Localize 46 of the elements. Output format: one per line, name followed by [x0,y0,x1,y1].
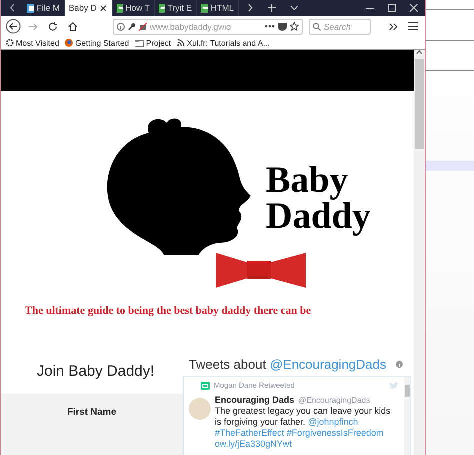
more-icon[interactable] [265,25,275,28]
info-icon[interactable] [396,361,403,368]
tagline: The ultimate guide to being the best baby daddy there can be [24,304,312,317]
browser-tab[interactable]: Baby D [65,0,113,16]
info-icon [117,22,125,30]
page-icon [201,4,208,12]
plus-icon[interactable] [268,4,276,12]
maximize-icon[interactable] [388,4,396,12]
back-icon[interactable] [6,19,20,34]
page-icon [117,4,123,12]
scrollbar[interactable] [414,50,425,455]
reload-icon[interactable] [48,22,58,32]
scroll-thumb[interactable] [415,59,424,149]
close-icon[interactable] [100,4,107,12]
bookmark-item[interactable]: Project [135,38,172,48]
chevron-right-icon[interactable] [248,4,252,12]
feed-icon [177,39,186,47]
gear-icon [6,39,14,47]
caret-icon[interactable] [290,6,298,10]
scroll-up-icon[interactable] [416,50,423,55]
author-name[interactable]: Encouraging Dads [215,395,295,405]
home-icon[interactable] [68,22,78,32]
tweet-text: The greatest legacy you can leave your kids is forgiving your father. @johnpfinch #TheFatherEffect #ForgivenessIsFreedom ow.ly/jEa330gNYwt [215,406,392,450]
blocked-icon [139,22,147,30]
page-icon [159,4,165,12]
field-label: First Name [67,407,117,419]
bookmark-item[interactable]: Xul.fr: Tutorials and A... [177,38,270,48]
scroll-thumb[interactable] [404,385,410,397]
brand-title: Baby [266,163,350,199]
file-icon [27,4,34,12]
bookmark-item[interactable]: Getting Started [65,38,130,48]
bookmark-item[interactable]: Most Visited [6,38,60,48]
star-icon[interactable] [290,22,299,31]
join-heading: Join Baby Daddy! [36,362,156,382]
chevron-left-icon[interactable] [10,4,14,12]
retweet-icon [201,382,210,390]
key-icon [128,22,136,30]
folder-icon [135,40,144,46]
tweets-heading: Tweets about @EncouragingDads [189,357,386,372]
bird-icon [389,382,399,390]
brand-title: Daddy [266,199,371,235]
globe-icon [65,39,74,47]
menu-icon[interactable] [408,22,418,31]
search-icon [313,22,321,30]
overflow-icon[interactable] [388,22,398,30]
scrollbar[interactable] [404,377,410,455]
